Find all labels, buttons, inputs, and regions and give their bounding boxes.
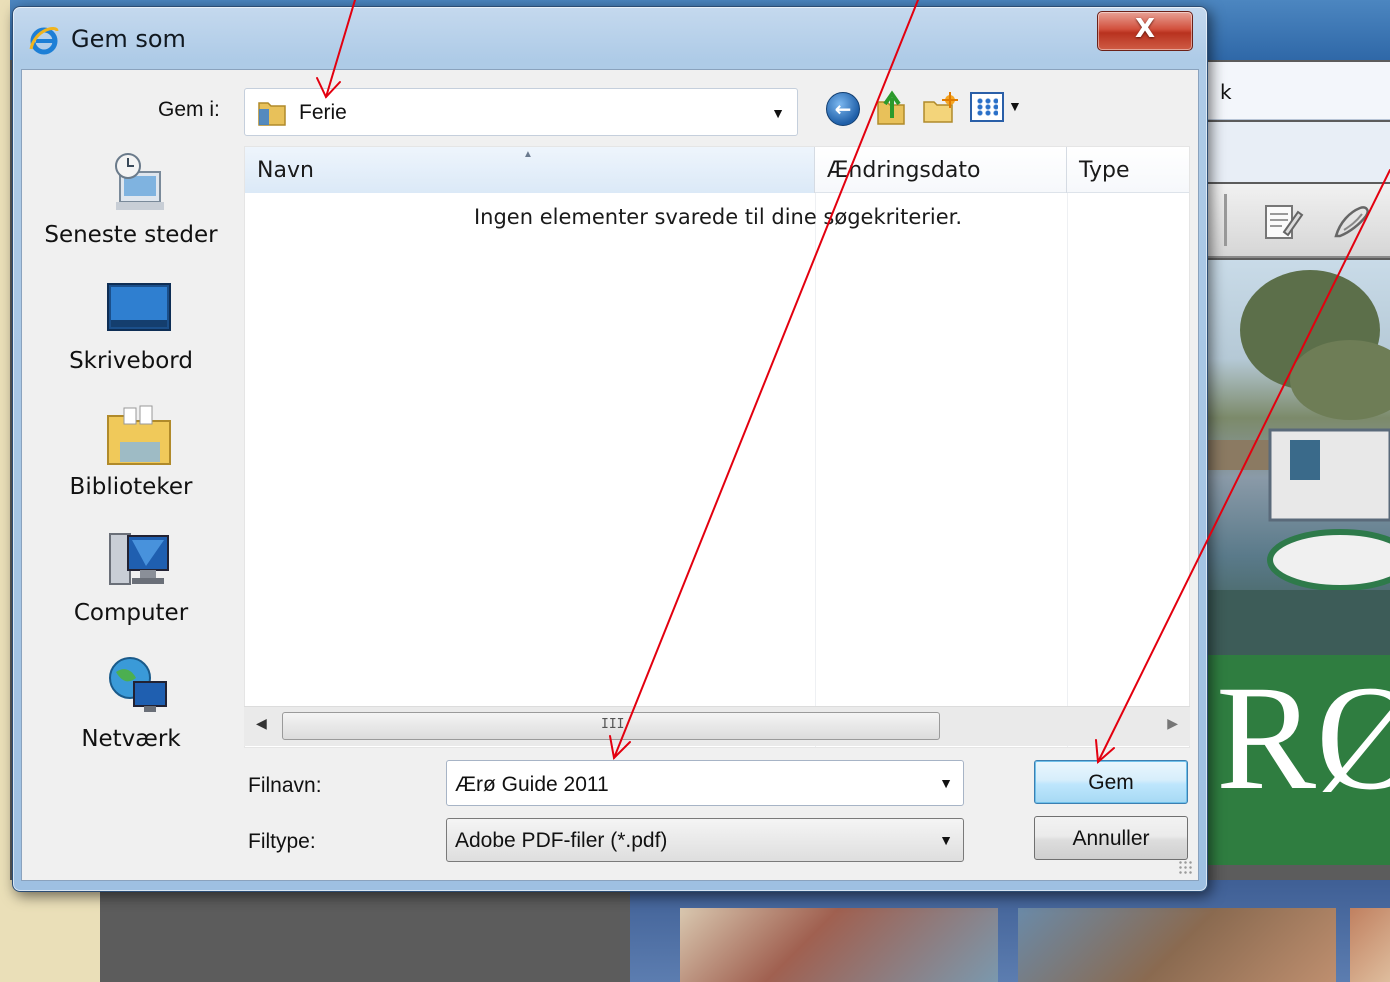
- save-in-value: Ferie: [299, 101, 347, 124]
- thumbnail-photo: [680, 908, 998, 982]
- dialog-title-bar[interactable]: Gem som X: [13, 7, 1207, 69]
- banner-title: RØ: [1216, 655, 1390, 821]
- chevron-down-icon[interactable]: ▼: [939, 775, 953, 791]
- dialog-title: Gem som: [71, 25, 186, 53]
- save-as-dialog: Gem som X Gem i: Ferie ▼ ← ▼ Seneste ste…: [12, 6, 1208, 892]
- scrollbar-grip: III: [601, 717, 625, 732]
- internet-explorer-icon: [29, 26, 59, 55]
- column-header-label: Type: [1079, 158, 1130, 183]
- chevron-down-icon: ▼: [939, 832, 953, 848]
- filename-input[interactable]: Ærø Guide 2011 ▼: [446, 760, 964, 806]
- filename-value: Ærø Guide 2011: [455, 773, 609, 796]
- place-network[interactable]: Netværk: [22, 650, 240, 770]
- network-icon: [109, 657, 167, 712]
- place-computer[interactable]: Computer: [22, 524, 240, 644]
- views-grid-icon: [976, 98, 998, 116]
- cancel-button[interactable]: Annuller: [1034, 816, 1188, 860]
- chevron-down-icon: ▼: [771, 105, 785, 121]
- filetype-value: Adobe PDF-filer (*.pdf): [455, 829, 668, 852]
- background-lower-area: [630, 880, 1390, 982]
- scrollbar-thumb[interactable]: III: [282, 712, 940, 740]
- place-libraries[interactable]: Biblioteker: [22, 398, 240, 518]
- horizontal-scrollbar[interactable]: ◀ III ▶: [244, 706, 1190, 746]
- column-divider: [815, 193, 816, 747]
- edit-document-icon[interactable]: [1260, 202, 1304, 242]
- filetype-label: Filtype:: [248, 830, 316, 853]
- save-in-label: Gem i:: [158, 98, 220, 121]
- place-label: Biblioteker: [69, 474, 193, 500]
- sign-pen-icon[interactable]: [1330, 202, 1374, 242]
- computer-icon: [109, 533, 169, 585]
- back-arrow-icon: ←: [834, 97, 852, 121]
- column-header-label: Navn: [257, 158, 314, 183]
- filename-label: Filnavn:: [248, 774, 322, 797]
- background-toolbar: [1200, 184, 1390, 258]
- background-menu-bar: k: [1200, 62, 1390, 120]
- list-header: Navn ▲ Ændringsdato Type: [245, 147, 1189, 193]
- empty-list-message: Ingen elementer svarede til dine søgekri…: [473, 205, 963, 229]
- place-label: Seneste steder: [44, 222, 218, 248]
- new-folder-icon[interactable]: [922, 92, 958, 126]
- aero-banner: RØ: [1200, 655, 1390, 865]
- column-divider: [1067, 193, 1068, 747]
- scroll-right-icon[interactable]: ▶: [1167, 715, 1178, 732]
- place-label: Skrivebord: [69, 348, 193, 374]
- thumbnail-photo: [1350, 908, 1390, 982]
- back-button[interactable]: ←: [826, 92, 860, 126]
- up-one-level-icon[interactable]: [874, 88, 908, 128]
- background-menu-fragment: k: [1220, 80, 1232, 104]
- place-recent[interactable]: Seneste steder: [22, 146, 240, 266]
- column-header-type[interactable]: Type: [1067, 147, 1189, 193]
- place-label: Computer: [73, 600, 189, 626]
- dialog-content: Gem i: Ferie ▼ ← ▼ Seneste steder Skrive…: [21, 69, 1199, 881]
- filetype-dropdown[interactable]: Adobe PDF-filer (*.pdf) ▼: [446, 818, 964, 862]
- close-button[interactable]: X: [1097, 11, 1193, 51]
- place-label: Netværk: [81, 726, 181, 752]
- save-in-dropdown[interactable]: Ferie ▼: [244, 88, 798, 136]
- thumbnail-photo: [1018, 908, 1336, 982]
- place-desktop[interactable]: Skrivebord: [22, 272, 240, 392]
- libraries-icon: [107, 405, 171, 465]
- close-icon: X: [1134, 14, 1156, 44]
- views-dropdown-arrow-icon[interactable]: ▼: [1008, 98, 1022, 114]
- folder-icon: [258, 102, 286, 126]
- recent-places-icon: [115, 153, 164, 210]
- desktop-margin: [10, 880, 100, 982]
- scroll-left-icon[interactable]: ◀: [256, 715, 267, 732]
- harbour-photo: [1200, 260, 1390, 655]
- places-bar: Seneste steder Skrivebord Biblioteker Co…: [22, 146, 240, 854]
- column-header-label: Ændringsdato: [827, 158, 981, 183]
- file-list-view[interactable]: Navn ▲ Ændringsdato Type Ingen elementer…: [244, 146, 1190, 748]
- sort-ascending-icon: ▲: [523, 149, 533, 160]
- desktop-icon: [107, 283, 171, 331]
- column-header-date-modified[interactable]: Ændringsdato: [815, 147, 1067, 193]
- background-address-bar: [1200, 122, 1390, 182]
- resize-grip[interactable]: [1178, 860, 1194, 876]
- column-header-name[interactable]: Navn ▲: [245, 147, 815, 193]
- save-button[interactable]: Gem: [1034, 760, 1188, 804]
- views-menu-button[interactable]: [970, 92, 1004, 122]
- toolbar-separator: [1224, 194, 1227, 246]
